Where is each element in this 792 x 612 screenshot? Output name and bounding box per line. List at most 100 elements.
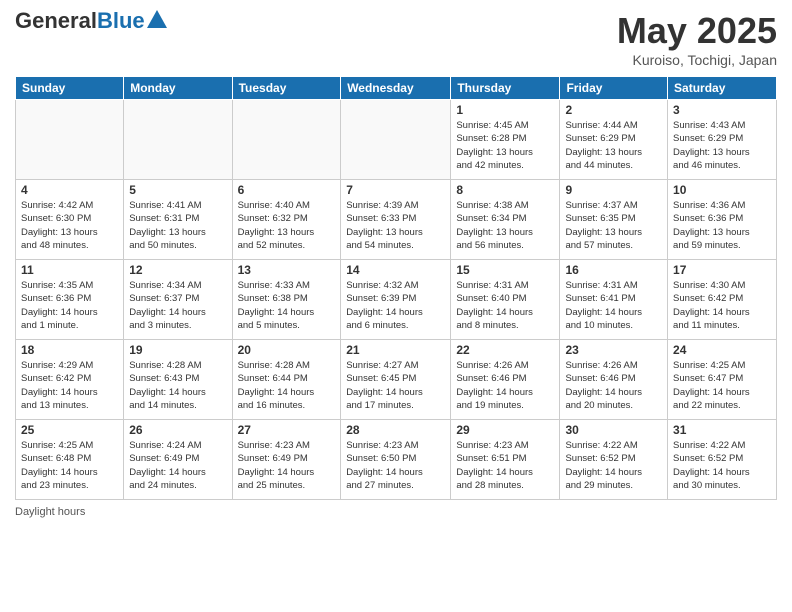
calendar-cell: 4 Sunrise: 4:42 AM Sunset: 6:30 PM Daylig…	[16, 180, 124, 260]
day-info: Sunrise: 4:31 AM Sunset: 6:41 PM Dayligh…	[565, 279, 662, 332]
calendar-cell: 8 Sunrise: 4:38 AM Sunset: 6:34 PM Daylig…	[451, 180, 560, 260]
logo: GeneralBlue	[15, 10, 167, 32]
calendar-cell: 2 Sunrise: 4:44 AM Sunset: 6:29 PM Daylig…	[560, 100, 668, 180]
day-info: Sunrise: 4:23 AM Sunset: 6:51 PM Dayligh…	[456, 439, 554, 492]
day-number: 22	[456, 343, 554, 357]
calendar-cell: 29 Sunrise: 4:23 AM Sunset: 6:51 PM Dayli…	[451, 420, 560, 500]
weekday-header-thursday: Thursday	[451, 77, 560, 100]
calendar-cell: 16 Sunrise: 4:31 AM Sunset: 6:41 PM Dayli…	[560, 260, 668, 340]
day-info: Sunrise: 4:43 AM Sunset: 6:29 PM Dayligh…	[673, 119, 771, 172]
calendar-cell: 27 Sunrise: 4:23 AM Sunset: 6:49 PM Dayli…	[232, 420, 341, 500]
day-number: 30	[565, 423, 662, 437]
calendar-cell: 5 Sunrise: 4:41 AM Sunset: 6:31 PM Daylig…	[124, 180, 232, 260]
day-number: 2	[565, 103, 662, 117]
calendar-cell: 18 Sunrise: 4:29 AM Sunset: 6:42 PM Dayli…	[16, 340, 124, 420]
weekday-header-wednesday: Wednesday	[341, 77, 451, 100]
week-row-0: 1 Sunrise: 4:45 AM Sunset: 6:28 PM Daylig…	[16, 100, 777, 180]
title-block: May 2025 Kuroiso, Tochigi, Japan	[617, 10, 777, 68]
day-info: Sunrise: 4:38 AM Sunset: 6:34 PM Dayligh…	[456, 199, 554, 252]
day-number: 8	[456, 183, 554, 197]
calendar-table: SundayMondayTuesdayWednesdayThursdayFrid…	[15, 76, 777, 500]
day-info: Sunrise: 4:23 AM Sunset: 6:49 PM Dayligh…	[238, 439, 336, 492]
day-info: Sunrise: 4:23 AM Sunset: 6:50 PM Dayligh…	[346, 439, 445, 492]
day-number: 24	[673, 343, 771, 357]
day-info: Sunrise: 4:45 AM Sunset: 6:28 PM Dayligh…	[456, 119, 554, 172]
day-info: Sunrise: 4:31 AM Sunset: 6:40 PM Dayligh…	[456, 279, 554, 332]
calendar-cell: 9Sunrise: 4:37 AM Sunset: 6:35 PM Daylig…	[560, 180, 668, 260]
weekday-header-row: SundayMondayTuesdayWednesdayThursdayFrid…	[16, 77, 777, 100]
day-number: 7	[346, 183, 445, 197]
weekday-header-monday: Monday	[124, 77, 232, 100]
calendar-cell: 31Sunrise: 4:22 AM Sunset: 6:52 PM Dayli…	[668, 420, 777, 500]
logo-general: General	[15, 8, 97, 33]
day-number: 10	[673, 183, 771, 197]
day-info: Sunrise: 4:32 AM Sunset: 6:39 PM Dayligh…	[346, 279, 445, 332]
calendar-cell	[341, 100, 451, 180]
day-info: Sunrise: 4:42 AM Sunset: 6:30 PM Dayligh…	[21, 199, 118, 252]
day-info: Sunrise: 4:29 AM Sunset: 6:42 PM Dayligh…	[21, 359, 118, 412]
calendar-cell: 30 Sunrise: 4:22 AM Sunset: 6:52 PM Dayli…	[560, 420, 668, 500]
day-number: 18	[21, 343, 118, 357]
calendar-cell: 24 Sunrise: 4:25 AM Sunset: 6:47 PM Dayli…	[668, 340, 777, 420]
calendar-cell: 19Sunrise: 4:28 AM Sunset: 6:43 PM Dayli…	[124, 340, 232, 420]
day-info: Sunrise: 4:41 AM Sunset: 6:31 PM Dayligh…	[129, 199, 226, 252]
calendar-cell: 7 Sunrise: 4:39 AM Sunset: 6:33 PM Daylig…	[341, 180, 451, 260]
day-number: 14	[346, 263, 445, 277]
week-row-1: 4 Sunrise: 4:42 AM Sunset: 6:30 PM Daylig…	[16, 180, 777, 260]
day-number: 27	[238, 423, 336, 437]
day-number: 1	[456, 103, 554, 117]
day-number: 12	[129, 263, 226, 277]
day-info: Sunrise: 4:28 AM Sunset: 6:44 PM Dayligh…	[238, 359, 336, 412]
day-info: Sunrise: 4:30 AM Sunset: 6:42 PM Dayligh…	[673, 279, 771, 332]
day-number: 5	[129, 183, 226, 197]
calendar-cell	[124, 100, 232, 180]
day-number: 20	[238, 343, 336, 357]
day-number: 16	[565, 263, 662, 277]
day-info: Sunrise: 4:22 AM Sunset: 6:52 PM Dayligh…	[673, 439, 771, 492]
calendar-cell: 3 Sunrise: 4:43 AM Sunset: 6:29 PM Daylig…	[668, 100, 777, 180]
logo-text: GeneralBlue	[15, 10, 145, 32]
day-number: 17	[673, 263, 771, 277]
week-row-3: 18 Sunrise: 4:29 AM Sunset: 6:42 PM Dayli…	[16, 340, 777, 420]
day-number: 4	[21, 183, 118, 197]
calendar-cell: 6Sunrise: 4:40 AM Sunset: 6:32 PM Daylig…	[232, 180, 341, 260]
day-number: 9	[565, 183, 662, 197]
day-number: 26	[129, 423, 226, 437]
day-number: 13	[238, 263, 336, 277]
day-info: Sunrise: 4:36 AM Sunset: 6:36 PM Dayligh…	[673, 199, 771, 252]
day-info: Sunrise: 4:26 AM Sunset: 6:46 PM Dayligh…	[456, 359, 554, 412]
day-info: Sunrise: 4:27 AM Sunset: 6:45 PM Dayligh…	[346, 359, 445, 412]
day-number: 21	[346, 343, 445, 357]
weekday-header-friday: Friday	[560, 77, 668, 100]
day-number: 19	[129, 343, 226, 357]
day-number: 3	[673, 103, 771, 117]
day-number: 11	[21, 263, 118, 277]
day-info: Sunrise: 4:25 AM Sunset: 6:47 PM Dayligh…	[673, 359, 771, 412]
calendar-cell: 1 Sunrise: 4:45 AM Sunset: 6:28 PM Daylig…	[451, 100, 560, 180]
day-info: Sunrise: 4:26 AM Sunset: 6:46 PM Dayligh…	[565, 359, 662, 412]
calendar-cell: 25Sunrise: 4:25 AM Sunset: 6:48 PM Dayli…	[16, 420, 124, 500]
header: GeneralBlue May 2025 Kuroiso, Tochigi, J…	[15, 10, 777, 68]
logo-triangle-icon	[147, 10, 167, 28]
calendar-cell: 23Sunrise: 4:26 AM Sunset: 6:46 PM Dayli…	[560, 340, 668, 420]
calendar-cell: 17 Sunrise: 4:30 AM Sunset: 6:42 PM Dayli…	[668, 260, 777, 340]
day-info: Sunrise: 4:34 AM Sunset: 6:37 PM Dayligh…	[129, 279, 226, 332]
day-info: Sunrise: 4:39 AM Sunset: 6:33 PM Dayligh…	[346, 199, 445, 252]
calendar-cell: 12 Sunrise: 4:34 AM Sunset: 6:37 PM Dayli…	[124, 260, 232, 340]
day-info: Sunrise: 4:44 AM Sunset: 6:29 PM Dayligh…	[565, 119, 662, 172]
day-number: 28	[346, 423, 445, 437]
page: GeneralBlue May 2025 Kuroiso, Tochigi, J…	[0, 0, 792, 612]
footer: Daylight hours	[15, 506, 777, 518]
day-info: Sunrise: 4:35 AM Sunset: 6:36 PM Dayligh…	[21, 279, 118, 332]
calendar-cell	[16, 100, 124, 180]
day-info: Sunrise: 4:22 AM Sunset: 6:52 PM Dayligh…	[565, 439, 662, 492]
weekday-header-sunday: Sunday	[16, 77, 124, 100]
day-info: Sunrise: 4:40 AM Sunset: 6:32 PM Dayligh…	[238, 199, 336, 252]
calendar-cell	[232, 100, 341, 180]
calendar-cell: 28 Sunrise: 4:23 AM Sunset: 6:50 PM Dayli…	[341, 420, 451, 500]
calendar-cell: 20 Sunrise: 4:28 AM Sunset: 6:44 PM Dayli…	[232, 340, 341, 420]
day-number: 15	[456, 263, 554, 277]
day-number: 25	[21, 423, 118, 437]
day-number: 29	[456, 423, 554, 437]
week-row-2: 11 Sunrise: 4:35 AM Sunset: 6:36 PM Dayli…	[16, 260, 777, 340]
